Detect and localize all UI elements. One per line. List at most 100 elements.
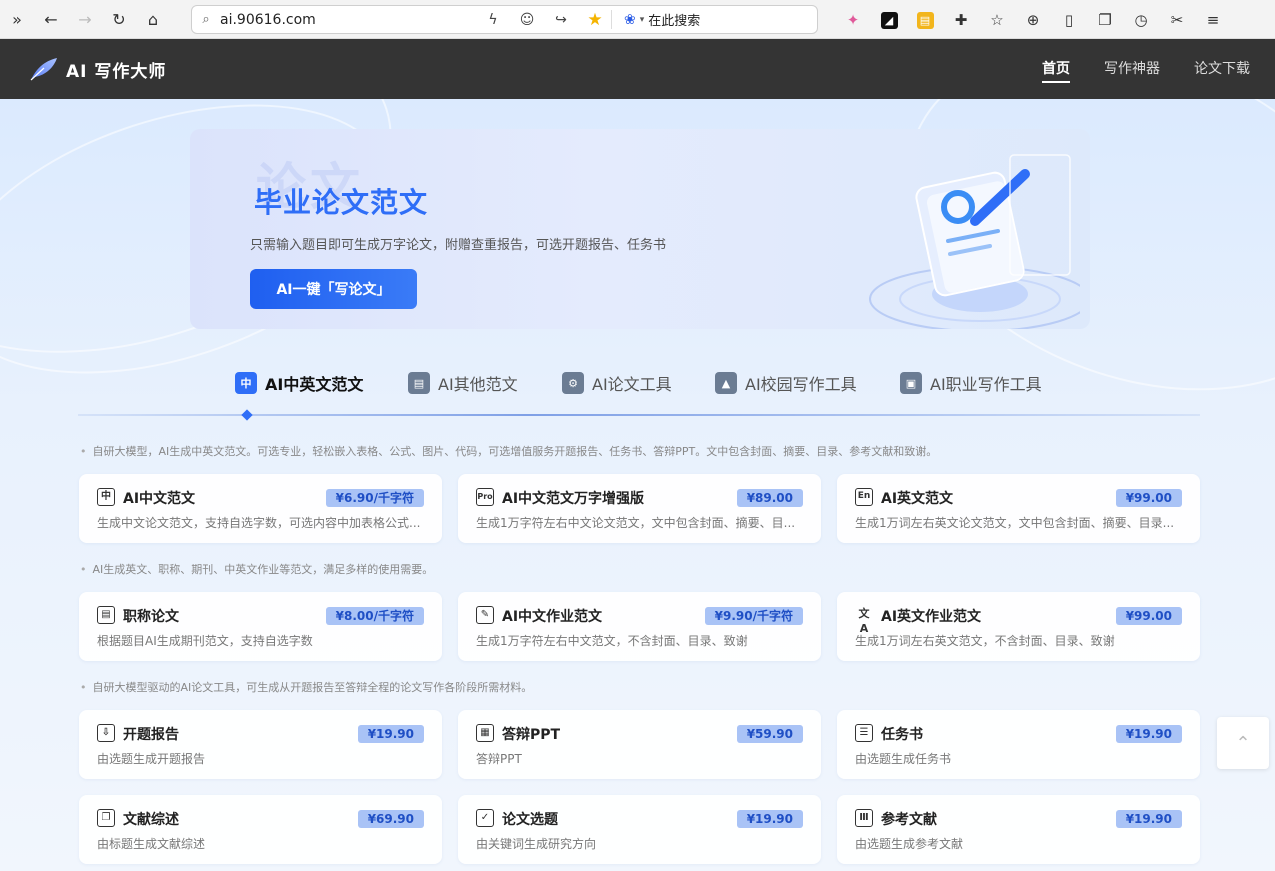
card-description: 根据题目AI生成期刊范文，支持自选字数 — [97, 634, 313, 648]
browser-toolbar: » ← → ↻ ⌂ ⌕ ai.90616.com ϟ ☺ ↪ ★ ❀ ▾ 在此搜… — [0, 0, 1275, 39]
edit-document-icon: ✎ — [476, 606, 494, 624]
translate-icon: 文A — [858, 607, 870, 635]
card-title: 文献综述 — [123, 812, 179, 828]
product-card-defense-ppt[interactable]: ▦ 答辩PPT ¥59.90 答辩PPT — [458, 710, 821, 779]
card-description: 生成1万字符左右中文论文范文，文中包含封面、摘要、目... — [476, 516, 796, 530]
share-icon[interactable]: ↪ — [544, 12, 578, 28]
feather-logo-icon — [30, 58, 57, 81]
tabs-icon[interactable]: ❐ — [1087, 11, 1123, 29]
product-card-title-paper[interactable]: ▤ 职称论文 ¥8.00/千字符 根据题目AI生成期刊范文，支持自选字数 — [79, 592, 442, 661]
menu-icon[interactable]: ≡ — [1195, 11, 1231, 29]
card-title: 职称论文 — [123, 609, 179, 625]
section-note: AI生成英文、职称、期刊、中英文作业等范文，满足多样的使用需要。 — [80, 561, 434, 577]
reload-icon[interactable]: ↻ — [102, 0, 136, 39]
history-icon[interactable]: ◷ — [1123, 11, 1159, 29]
card-title: AI中文作业范文 — [502, 609, 603, 625]
scissors-icon[interactable]: ✂ — [1159, 11, 1195, 29]
tab-label: AI校园写作工具 — [745, 375, 857, 394]
forward-icon[interactable]: → — [68, 0, 102, 39]
product-card-proposal-report[interactable]: ⇩ 开题报告 ¥19.90 由选题生成开题报告 — [79, 710, 442, 779]
card-description: 生成1万字符左右中文范文，不含封面、目录、致谢 — [476, 634, 748, 648]
price-badge: ¥89.00 — [736, 489, 803, 507]
zh-en-icon: 中 — [235, 372, 257, 394]
baidu-paw-icon: ❀ — [624, 11, 636, 28]
address-bar[interactable]: ⌕ ai.90616.com ϟ ☺ ↪ ★ ❀ ▾ 在此搜索 — [191, 5, 818, 34]
site-logo[interactable]: AI 写作大师 — [28, 39, 166, 99]
tab-career-tools[interactable]: ▣ AI职业写作工具 — [900, 368, 1042, 398]
tab-other-essay[interactable]: ▤ AI其他范文 — [408, 368, 518, 398]
price-badge: ¥8.00/千字符 — [325, 607, 424, 625]
url-text[interactable]: ai.90616.com — [220, 12, 480, 28]
category-tabs: 中 AI中英文范文 ▤ AI其他范文 ⚙ AI论文工具 ▲ AI校园写作工具 ▣… — [78, 360, 1200, 421]
product-card-literature-review[interactable]: ❐ 文献综述 ¥69.90 由标题生成文献综述 — [79, 795, 442, 864]
bookmark-star-icon[interactable]: ★ — [578, 10, 612, 30]
download-icon[interactable]: ⊕ — [1015, 11, 1051, 29]
tab-paper-tools[interactable]: ⚙ AI论文工具 — [562, 368, 672, 398]
ppt-icon: ▦ — [476, 724, 494, 742]
product-card-ai-english-homework[interactable]: 文A AI英文作业范文 ¥99.00 生成1万词左右英文范文，不含封面、目录、致… — [837, 592, 1200, 661]
card-description: 生成1万词左右英文范文，不含封面、目录、致谢 — [855, 634, 1115, 648]
card-description: 由选题生成任务书 — [855, 752, 952, 766]
graduation-cap-icon: ▲ — [715, 372, 737, 394]
favorites-icon[interactable]: ☆ — [979, 11, 1015, 29]
card-title: AI英文范文 — [881, 491, 954, 507]
ai-sparkle-icon[interactable]: ✦ — [835, 11, 871, 29]
card-title: AI中文范文万字增强版 — [502, 491, 645, 507]
section-note: 自研大模型驱动的AI论文工具，可生成从开题报告至答辩全程的论文写作各阶段所需材料… — [80, 679, 533, 695]
product-card-references[interactable]: Ⅲ 参考文献 ¥19.90 由选题生成参考文献 — [837, 795, 1200, 864]
sidebar-toggle-icon[interactable]: » — [0, 0, 34, 39]
card-title: 任务书 — [881, 727, 923, 743]
back-icon[interactable]: ← — [34, 0, 68, 39]
nav-writing-tools[interactable]: 写作神器 — [1104, 39, 1160, 99]
logo-text: AI 写作大师 — [66, 61, 167, 82]
product-card-ai-english-essay[interactable]: En AI英文范文 ¥99.00 生成1万词左右英文论文范文，文中包含封面、摘要… — [837, 474, 1200, 543]
puzzle-icon[interactable]: ✚ — [943, 11, 979, 29]
card-title: 开题报告 — [123, 727, 179, 743]
product-card-ai-chinese-essay-pro[interactable]: Pro AI中文范文万字增强版 ¥89.00 生成1万字符左右中文论文范文，文中… — [458, 474, 821, 543]
extension-yellow-icon[interactable]: ▤ — [907, 10, 943, 29]
product-card-task-book[interactable]: ☰ 任务书 ¥19.90 由选题生成任务书 — [837, 710, 1200, 779]
site-header: AI 写作大师 首页 写作神器 论文下载 — [0, 39, 1275, 99]
price-badge: ¥19.90 — [1115, 810, 1182, 828]
report-tray-icon: ⇩ — [97, 724, 115, 742]
card-title: AI中文范文 — [123, 491, 196, 507]
back-to-top-button[interactable]: ⌃ — [1217, 717, 1269, 769]
product-card-topic-selection[interactable]: ✓ 论文选题 ¥19.90 由关键词生成研究方向 — [458, 795, 821, 864]
ai-gear-icon: ⚙ — [562, 372, 584, 394]
checklist-icon: ✓ — [476, 809, 494, 827]
price-badge: ¥19.90 — [1115, 725, 1182, 743]
card-description: 生成中文论文范文，支持自选字数，可选内容中加表格公式... — [97, 516, 421, 530]
emoji-icon[interactable]: ☺ — [510, 12, 544, 28]
search-engine-selector[interactable]: ❀ ▾ 在此搜索 — [624, 6, 700, 33]
card-description: 由关键词生成研究方向 — [476, 837, 597, 851]
library-icon: Ⅲ — [855, 809, 873, 827]
home-icon[interactable]: ⌂ — [136, 0, 170, 39]
write-paper-button[interactable]: AI一键「写论文」 — [250, 269, 417, 309]
tab-zh-en-essay[interactable]: 中 AI中英文范文 — [235, 368, 363, 398]
chevron-down-icon: ▾ — [639, 14, 645, 25]
briefcase-icon: ▣ — [900, 372, 922, 394]
card-title: 答辩PPT — [502, 727, 561, 743]
price-badge: ¥59.90 — [736, 725, 803, 743]
nav-home[interactable]: 首页 — [1042, 39, 1070, 99]
price-badge: ¥19.90 — [736, 810, 803, 828]
phone-icon[interactable]: ▯ — [1051, 11, 1087, 29]
chevron-up-icon: ⌃ — [1235, 732, 1251, 754]
nav-paper-download[interactable]: 论文下载 — [1194, 39, 1250, 99]
search-engine-label: 在此搜索 — [648, 14, 701, 29]
price-badge: ¥19.90 — [357, 725, 424, 743]
card-description: 由选题生成开题报告 — [97, 752, 206, 766]
document-stack-icon: ▤ — [408, 372, 430, 394]
product-card-ai-chinese-essay[interactable]: 中 AI中文范文 ¥6.90/千字符 生成中文论文范文，支持自选字数，可选内容中… — [79, 474, 442, 543]
tab-label: AI其他范文 — [438, 375, 518, 394]
lightning-icon[interactable]: ϟ — [476, 12, 510, 28]
hero-banner: 论文 毕业论文范文 只需输入题目即可生成万字论文，附赠查重报告，可选开题报告、任… — [190, 129, 1090, 329]
task-list-icon: ☰ — [855, 724, 873, 742]
tab-label: AI论文工具 — [592, 375, 672, 394]
card-description: 由标题生成文献综述 — [97, 837, 206, 851]
card-title: AI英文作业范文 — [881, 609, 982, 625]
extension-black-icon[interactable]: ◢ — [871, 10, 907, 29]
product-card-ai-chinese-homework[interactable]: ✎ AI中文作业范文 ¥9.90/千字符 生成1万字符左右中文范文，不含封面、目… — [458, 592, 821, 661]
card-title: 参考文献 — [881, 812, 937, 828]
tab-campus-tools[interactable]: ▲ AI校园写作工具 — [715, 368, 857, 398]
